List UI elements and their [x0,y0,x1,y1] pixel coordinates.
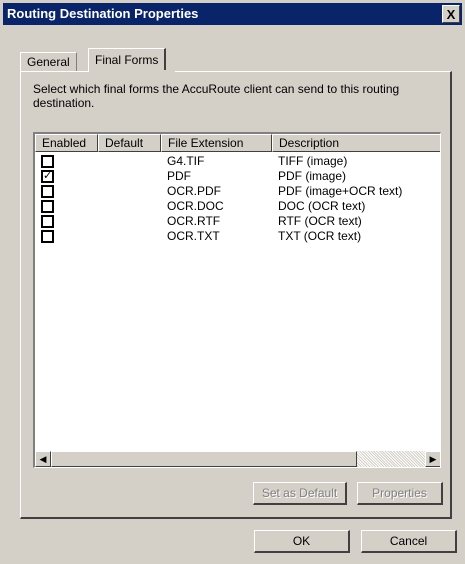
close-icon: X [446,7,456,22]
table-row[interactable]: ✓ PDF PDF (image) [35,169,440,184]
enabled-checkbox[interactable] [41,230,54,243]
table-row[interactable]: OCR.PDF PDF (image+OCR text) [35,184,440,199]
file-extension-cell: OCR.DOC [167,199,224,213]
ok-button[interactable]: OK [254,530,350,553]
tab-final-forms-label: Final Forms [95,53,159,67]
final-forms-panel: Select which final forms the AccuRoute c… [20,71,452,519]
description-cell: RTF (OCR text) [278,214,362,228]
scroll-right-button[interactable]: ▶ [425,451,440,467]
instructions-text: Select which final forms the AccuRoute c… [33,82,400,110]
table-row[interactable]: OCR.RTF RTF (OCR text) [35,214,440,229]
final-forms-list[interactable]: Enabled Default File Extension Descripti… [33,132,441,468]
tab-general-label: General [27,55,70,69]
table-row[interactable]: G4.TIF TIFF (image) [35,154,440,169]
scroll-thumb[interactable] [51,451,357,467]
column-header-enabled-label: Enabled [42,136,87,150]
column-header-description[interactable]: Description [272,134,440,152]
arrow-left-icon: ◀ [39,454,47,464]
active-tab-joint [89,70,175,73]
list-header: Enabled Default File Extension Descripti… [35,134,440,152]
column-header-default-label: Default [105,136,144,150]
file-extension-cell: G4.TIF [167,154,205,168]
description-cell: PDF (image+OCR text) [278,184,403,198]
description-cell: DOC (OCR text) [278,199,366,213]
scroll-track[interactable] [51,451,425,467]
enabled-checkbox[interactable] [41,185,54,198]
window-title: Routing Destination Properties [7,6,199,21]
enabled-checkbox[interactable]: ✓ [41,170,54,183]
cancel-button[interactable]: Cancel [361,530,457,553]
table-row[interactable]: OCR.DOC DOC (OCR text) [35,199,440,214]
column-header-default[interactable]: Default [98,134,161,152]
file-extension-cell: OCR.RTF [167,214,221,228]
file-extension-cell: OCR.TXT [167,229,220,243]
title-bar[interactable]: Routing Destination Properties X [3,3,462,25]
table-row[interactable]: OCR.TXT TXT (OCR text) [35,229,440,244]
enabled-checkbox[interactable] [41,155,54,168]
description-cell: TIFF (image) [278,154,348,168]
description-cell: TXT (OCR text) [278,229,362,243]
column-header-description-label: Description [279,136,340,150]
properties-button[interactable]: Properties [357,482,443,505]
file-extension-cell: PDF [167,169,191,183]
scroll-left-button[interactable]: ◀ [35,451,51,467]
routing-destination-dialog: Routing Destination Properties X General… [0,0,465,564]
tab-general[interactable]: General [20,52,77,71]
close-button[interactable]: X [442,5,460,23]
horizontal-scrollbar[interactable]: ◀ ▶ [35,451,440,467]
enabled-checkbox[interactable] [41,200,54,213]
column-header-file-extension[interactable]: File Extension [161,134,272,152]
tab-final-forms[interactable]: Final Forms [88,48,167,72]
column-header-file-extension-label: File Extension [168,136,244,150]
set-as-default-button[interactable]: Set as Default [253,482,347,505]
arrow-right-icon: ▶ [429,454,437,464]
file-extension-cell: OCR.PDF [167,184,221,198]
description-cell: PDF (image) [278,169,347,183]
enabled-checkbox[interactable] [41,215,54,228]
column-header-enabled[interactable]: Enabled [35,134,98,152]
